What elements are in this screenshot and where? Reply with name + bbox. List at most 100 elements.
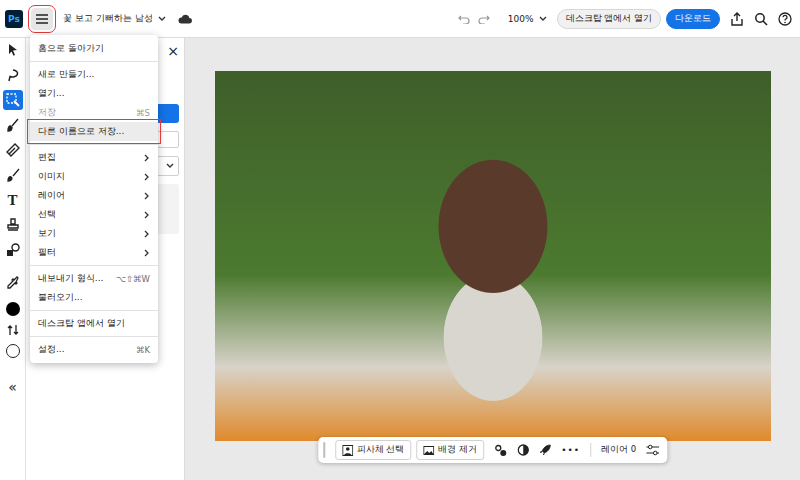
panel-close-button[interactable]: × [167,44,179,60]
menu-shortcut: ⌘K [136,345,150,355]
menu-item-label: 편집 [38,151,138,164]
main-menu-button[interactable] [31,8,53,30]
menu-item[interactable]: 다른 이름으로 저장... [30,122,158,141]
zoom-dropdown[interactable]: 100% [508,14,547,24]
collapse-toolbar-button[interactable]: « [8,380,17,394]
menu-item-label: 불러오기... [38,291,150,304]
chevron-down-icon [166,163,174,169]
person-icon [342,445,353,456]
share-icon[interactable] [730,12,744,26]
photoshop-web: Ps꽃 보고 기뻐하는 남성100%데스크탑 앱에서 열기다운로드T«×피사체 … [0,0,800,480]
task-button-label: 배경 제거 [438,444,477,456]
lasso-icon [6,68,20,82]
menu-item-label: 이미지 [38,170,138,183]
menu-item[interactable]: 보기 [30,224,158,243]
menu-shortcut: ⌘S [136,108,150,118]
menu-item[interactable]: 레이어 [30,186,158,205]
select-subject-button[interactable]: 피사체 선택 [335,440,412,460]
main-menu: 홈으로 돌아가기새로 만들기... 열기... 저장 ⌘S 다른 이름으로 저장... 편… [30,35,158,363]
menu-item[interactable]: 홈으로 돌아가기 [30,39,158,58]
menu-item-label: 레이어 [38,189,138,202]
redo-icon[interactable] [478,14,490,24]
download-button[interactable]: 다운로드 [666,9,720,29]
eyedropper-tool[interactable] [3,273,23,293]
chevron-right-icon [144,154,150,162]
menu-separator [30,336,158,337]
sliders-icon[interactable] [646,444,659,456]
document-title-text: 꽃 보고 기뻐하는 남성 [63,12,153,25]
drag-handle[interactable] [323,442,325,458]
canvas-area: 피사체 선택 배경 제거 ••• 레이어 0 [185,38,800,480]
menu-item[interactable]: 필터 [30,243,158,262]
brush-tool[interactable] [3,165,23,185]
task-button-label: 피사체 선택 [357,444,405,456]
menu-item[interactable]: 열기... [30,84,158,103]
search-icon[interactable] [754,12,768,26]
chevron-right-icon [144,249,150,257]
menu-item-label: 내보내기 형식... [38,272,110,285]
generative-fill-icon[interactable] [494,444,507,457]
top-bar: Ps 꽃 보고 기뻐하는 남성 100% 데스크탑 앱에서 열기다운로드 [0,0,800,38]
stamp-tool[interactable] [3,215,23,235]
foreground-color-swatch[interactable] [6,302,20,316]
menu-item: 저장 ⌘S [30,103,158,122]
app-logo[interactable]: Ps [5,10,23,28]
menu-item[interactable]: 데스크탑 앱에서 열기 [30,314,158,333]
shapes-tool[interactable] [3,240,23,260]
document-image[interactable] [215,71,771,441]
chevron-down-icon [158,16,166,22]
help-icon[interactable] [778,12,792,26]
open-desktop-button[interactable]: 데스크탑 앱에서 열기 [557,9,661,29]
adjustment-icon[interactable] [517,444,529,456]
cloud-icon[interactable] [178,14,192,24]
type-tool[interactable]: T [3,190,23,210]
divider [590,443,591,457]
menu-item[interactable]: 편집 [30,148,158,167]
menu-item-label: 홈으로 돌아가기 [38,42,150,55]
menu-item[interactable]: 설정... ⌘K [30,340,158,359]
document-title[interactable]: 꽃 보고 기뻐하는 남성 [63,12,166,25]
chevron-down-icon [539,16,547,22]
menu-separator [30,265,158,266]
menu-item-label: 데스크탑 앱에서 열기 [38,317,150,330]
move-icon [6,43,20,57]
quick-select-tool[interactable] [3,90,23,110]
move-tool[interactable] [3,40,23,60]
menu-item-label: 필터 [38,246,138,259]
stamp-icon [6,218,20,232]
menu-item-label: 다른 이름으로 저장... [38,125,150,138]
menu-item-label: 저장 [38,106,130,119]
menu-item[interactable]: 새로 만들기... [30,65,158,84]
menu-item[interactable]: 불러오기... [30,288,158,307]
menu-item[interactable]: 선택 [30,205,158,224]
menu-separator [30,144,158,145]
contextual-task-bar: 피사체 선택 배경 제거 ••• 레이어 0 [318,437,667,463]
chevron-right-icon [144,211,150,219]
hamburger-icon [36,14,48,24]
more-button[interactable]: ••• [561,445,580,455]
eyedropper-icon [6,276,20,290]
heal-tool[interactable] [3,140,23,160]
shapes-icon [6,243,20,257]
menu-item-label: 열기... [38,87,150,100]
swap-colors-icon[interactable] [7,324,19,336]
quick-action-icon[interactable] [539,444,551,456]
chevron-right-icon [144,192,150,200]
lasso-tool[interactable] [3,65,23,85]
adjust-brush-tool[interactable] [3,115,23,135]
menu-item[interactable]: 내보내기 형식... ⌥⇧⌘W [30,269,158,288]
remove-background-button[interactable]: 배경 제거 [416,440,484,460]
menu-shortcut: ⌥⇧⌘W [116,274,150,284]
background-color-swatch[interactable] [6,344,20,358]
chevron-right-icon [144,230,150,238]
brush-icon [6,168,20,182]
chevron-right-icon [144,173,150,181]
menu-item[interactable]: 이미지 [30,167,158,186]
menu-separator [30,310,158,311]
menu-item-label: 설정... [38,343,130,356]
tool-bar: T« [0,38,26,480]
layer-label[interactable]: 레이어 0 [601,444,636,456]
quick-select-icon [6,93,20,107]
undo-icon[interactable] [458,14,470,24]
menu-separator [30,61,158,62]
